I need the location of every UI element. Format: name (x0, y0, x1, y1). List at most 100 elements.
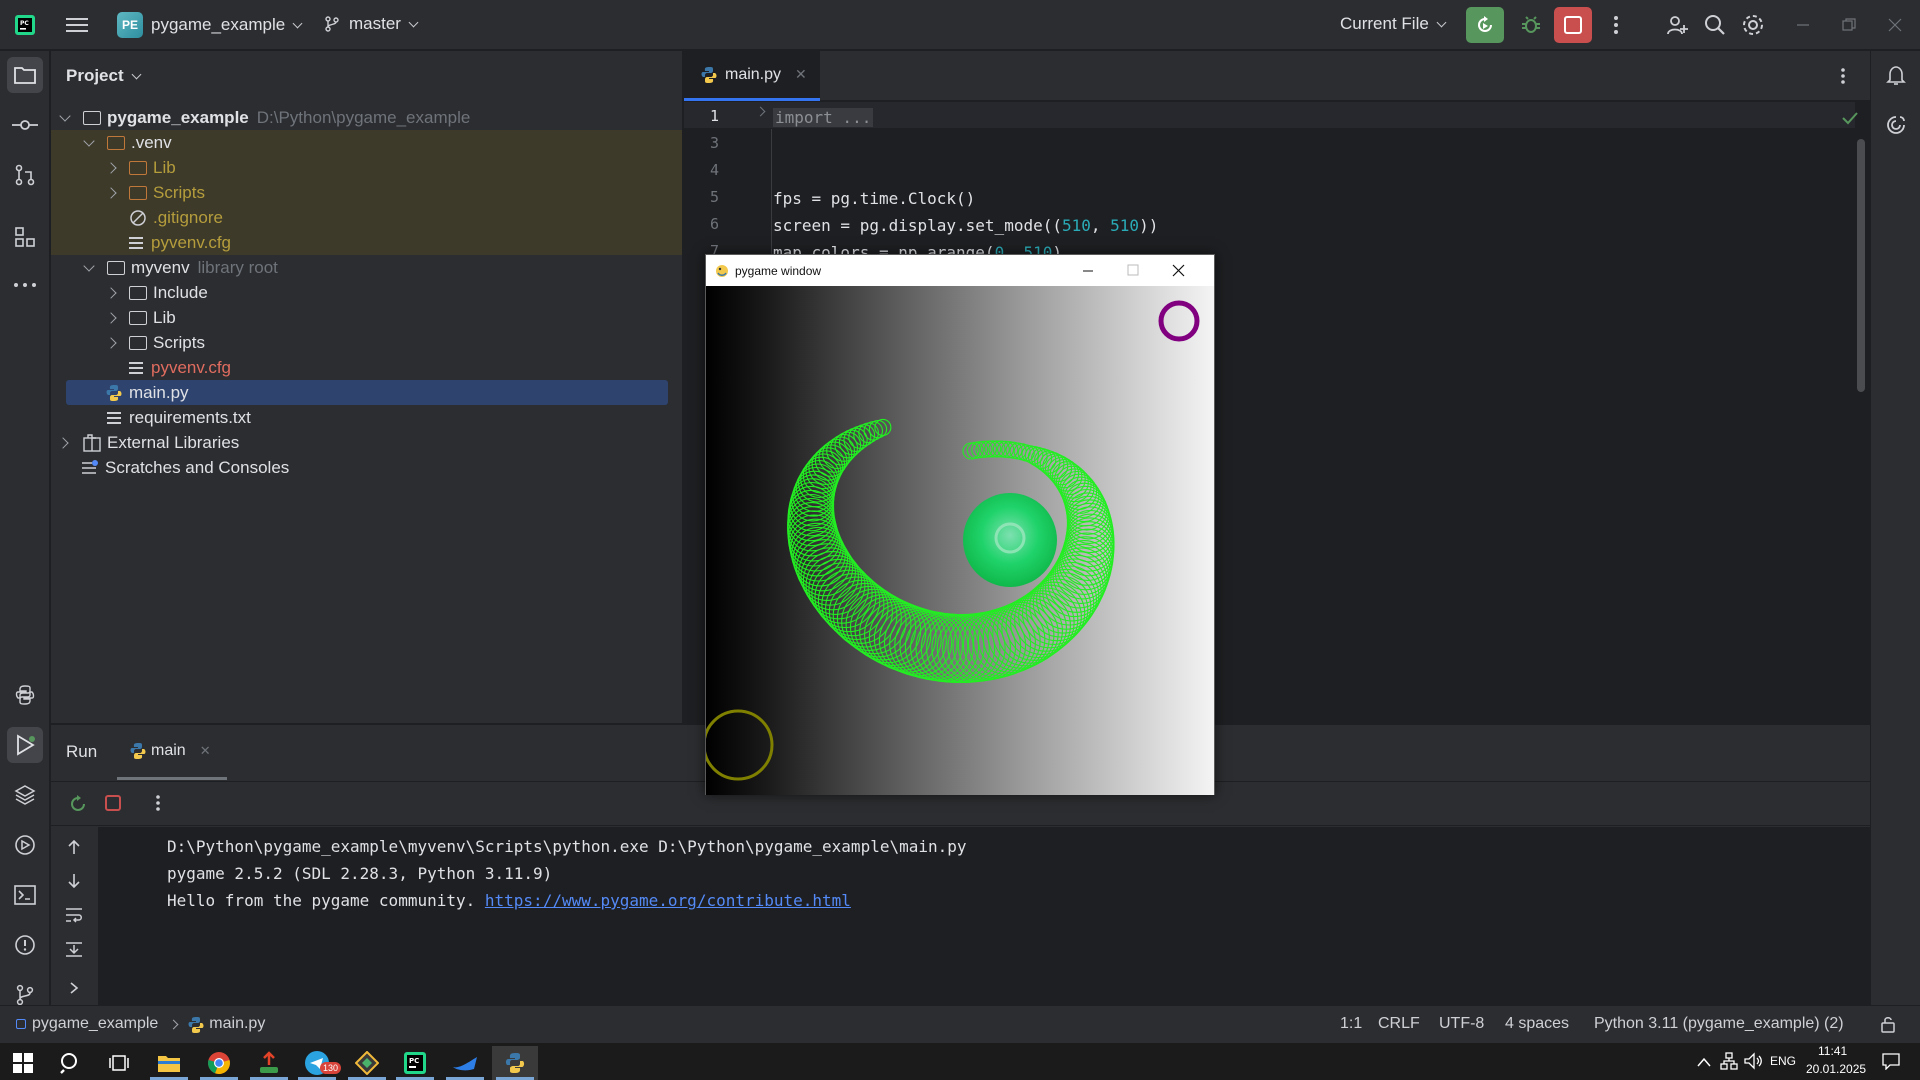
taskbar-git-app[interactable] (246, 1046, 292, 1080)
tree-item-venv[interactable]: .venv (81, 130, 172, 155)
run-tool-button[interactable] (7, 727, 43, 763)
expand-arrow-icon[interactable] (83, 259, 95, 272)
tree-item-requirements[interactable]: requirements.txt (105, 405, 251, 430)
expand-arrow-icon[interactable] (105, 161, 117, 174)
down-arrow-icon[interactable] (67, 873, 81, 894)
tree-item-include[interactable]: Include (105, 280, 208, 305)
clock-time[interactable]: 11:41 (1818, 1044, 1847, 1058)
notifications-tool-button[interactable] (1878, 57, 1914, 93)
debug-button[interactable] (1512, 7, 1550, 43)
restore-window-icon[interactable] (1836, 12, 1862, 38)
settings-gear-icon[interactable] (1740, 12, 1766, 38)
project-panel-header[interactable]: Project (51, 51, 682, 101)
line-separator[interactable]: CRLF (1378, 1015, 1420, 1033)
problems-tool-button[interactable] (7, 927, 43, 963)
tree-item-venv-scripts[interactable]: Scripts (105, 180, 205, 205)
run-config-selector[interactable]: Current File (1340, 14, 1447, 34)
commit-tool-button[interactable] (7, 107, 43, 143)
indent-setting[interactable]: 4 spaces (1505, 1015, 1569, 1033)
tree-item-scratches[interactable]: Scratches and Consoles (81, 455, 289, 480)
add-user-icon[interactable] (1664, 12, 1690, 38)
task-view-button[interactable] (96, 1046, 142, 1080)
console-output[interactable]: D:\Python\pygame_example\myvenv\Scripts\… (99, 827, 1870, 1006)
up-arrow-icon[interactable] (67, 839, 81, 860)
tree-item-venv-pyvenv[interactable]: pyvenv.cfg (129, 230, 231, 255)
project-tool-button[interactable] (7, 57, 43, 93)
expand-arrow-icon[interactable] (105, 336, 117, 349)
python-interpreter[interactable]: Python 3.11 (pygame_example) (2) (1594, 1015, 1844, 1033)
scroll-to-end-icon[interactable] (65, 941, 83, 962)
input-language[interactable]: ENG (1770, 1054, 1796, 1068)
tree-item-external-libraries[interactable]: External Libraries (57, 430, 239, 455)
expand-chevron-icon[interactable] (69, 981, 79, 1000)
close-window-icon[interactable] (1882, 12, 1908, 38)
file-encoding[interactable]: UTF-8 (1439, 1015, 1484, 1033)
expand-arrow-icon[interactable] (59, 109, 71, 122)
expand-arrow-icon[interactable] (57, 436, 69, 449)
tab-main-py[interactable]: main.py ✕ (684, 51, 820, 101)
taskbar-app-wave[interactable] (442, 1046, 488, 1080)
editor-more-icon[interactable] (1840, 67, 1846, 90)
taskbar-app-diamond[interactable] (344, 1046, 390, 1080)
layers-tool-button[interactable] (7, 777, 43, 813)
run-tab-main[interactable]: main ✕ (117, 725, 227, 780)
more-actions-icon[interactable] (1608, 12, 1624, 38)
code-line-5[interactable]: fps = pg.time.Clock() (773, 189, 975, 208)
minimize-icon[interactable] (1082, 265, 1094, 280)
caret-position[interactable]: 1:1 (1340, 1015, 1362, 1033)
fold-arrow-icon[interactable] (755, 106, 766, 117)
close-tab-icon[interactable]: ✕ (200, 743, 211, 759)
maximize-icon[interactable] (1127, 264, 1139, 279)
ai-assistant-tool-button[interactable] (1878, 107, 1914, 143)
code-line-6[interactable]: screen = pg.display.set_mode((510, 510)) (773, 216, 1158, 235)
branch-selector[interactable]: master (323, 14, 419, 34)
tree-item-myvenv-lib[interactable]: Lib (105, 305, 176, 330)
terminal-tool-button[interactable] (7, 877, 43, 913)
pygame-window-titlebar[interactable]: pygame window (706, 255, 1214, 286)
editor-scrollbar[interactable] (1857, 139, 1865, 392)
taskbar-pygame-window[interactable] (492, 1046, 538, 1080)
expand-arrow-icon[interactable] (105, 286, 117, 299)
volume-icon[interactable] (1744, 1052, 1762, 1075)
clock-date[interactable]: 20.01.2025 (1806, 1062, 1866, 1076)
lock-icon[interactable] (1880, 1015, 1898, 1038)
expand-arrow-icon[interactable] (105, 311, 117, 324)
tree-item-gitignore[interactable]: .gitignore (129, 205, 223, 230)
pycharm-logo-icon[interactable]: PC (12, 12, 38, 38)
close-tab-icon[interactable]: ✕ (795, 66, 807, 83)
pygame-window[interactable]: pygame window (705, 254, 1215, 795)
main-menu-icon[interactable] (64, 14, 90, 36)
more-actions-icon[interactable] (155, 794, 161, 817)
rerun-icon[interactable] (68, 794, 88, 819)
close-icon[interactable] (1172, 264, 1185, 280)
more-tools-button[interactable] (7, 267, 43, 303)
rerun-button[interactable] (1466, 7, 1504, 43)
tree-item-root[interactable]: pygame_example D:\Python\pygame_example (57, 105, 470, 130)
minimize-window-icon[interactable] (1790, 12, 1816, 38)
taskbar-telegram[interactable]: 130 (294, 1046, 342, 1080)
python-console-tool-button[interactable] (7, 677, 43, 713)
expand-arrow-icon[interactable] (105, 186, 117, 199)
pull-requests-tool-button[interactable] (7, 157, 43, 193)
taskbar-pycharm[interactable]: PC (392, 1046, 438, 1080)
contribute-link[interactable]: https://www.pygame.org/contribute.html (485, 891, 851, 910)
tree-item-main-py[interactable]: main.py (105, 380, 189, 405)
structure-tool-button[interactable] (7, 219, 43, 255)
breadcrumb-project[interactable]: pygame_example (32, 1015, 158, 1033)
action-center-icon[interactable] (1882, 1053, 1900, 1075)
project-selector[interactable]: PE pygame_example (117, 12, 303, 38)
tree-item-myvenv-pyvenv[interactable]: pyvenv.cfg (129, 355, 231, 380)
tree-item-venv-lib[interactable]: Lib (105, 155, 176, 180)
taskbar-file-explorer[interactable] (146, 1046, 192, 1080)
soft-wrap-icon[interactable] (65, 907, 83, 928)
tray-overflow-icon[interactable] (1697, 1054, 1711, 1072)
code-line-1[interactable]: import ... (773, 108, 874, 127)
expand-arrow-icon[interactable] (83, 134, 95, 147)
start-button[interactable] (0, 1046, 46, 1080)
taskbar-search-button[interactable] (48, 1046, 94, 1080)
pygame-canvas[interactable] (706, 286, 1214, 795)
tree-item-myvenv[interactable]: myvenv library root (81, 255, 278, 280)
network-icon[interactable] (1720, 1052, 1738, 1075)
breadcrumb-file[interactable]: main.py (209, 1015, 265, 1033)
tree-item-myvenv-scripts[interactable]: Scripts (105, 330, 205, 355)
